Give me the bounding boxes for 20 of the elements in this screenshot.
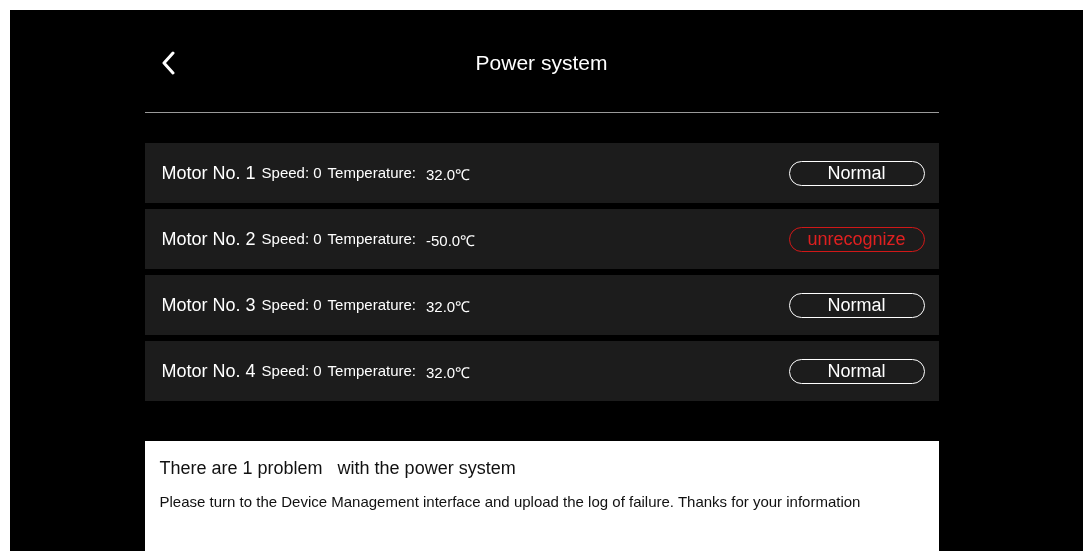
page-title: Power system (475, 50, 608, 77)
temperature-value: 32.0℃ (426, 164, 471, 185)
temperature-label: Temperature: (327, 294, 416, 315)
notice-message: Please turn to the Device Management interface and upload the log of failure. Thanks for your information (159, 492, 862, 511)
notice-title: There are 1 problem with the power system (159, 457, 517, 480)
motor-name: Motor No. 3 (161, 293, 256, 317)
motor-speed: Speed: 0 (261, 162, 322, 183)
temperature-value: 32.0℃ (426, 362, 471, 383)
temperature-label: Temperature: (327, 162, 416, 183)
motor-speed: Speed: 0 (261, 360, 322, 381)
motor-name: Motor No. 1 (161, 161, 256, 185)
temperature-label: Temperature: (327, 228, 416, 249)
motor-name: Motor No. 2 (161, 227, 256, 251)
temperature-value: -50.0℃ (426, 230, 476, 251)
back-icon (160, 51, 175, 75)
temperature-label: Temperature: (327, 360, 416, 381)
motor-speed: Speed: 0 (261, 228, 322, 249)
motor-name: Motor No. 4 (161, 359, 256, 383)
motor-speed: Speed: 0 (261, 294, 322, 315)
temperature-value: 32.0℃ (426, 296, 471, 317)
